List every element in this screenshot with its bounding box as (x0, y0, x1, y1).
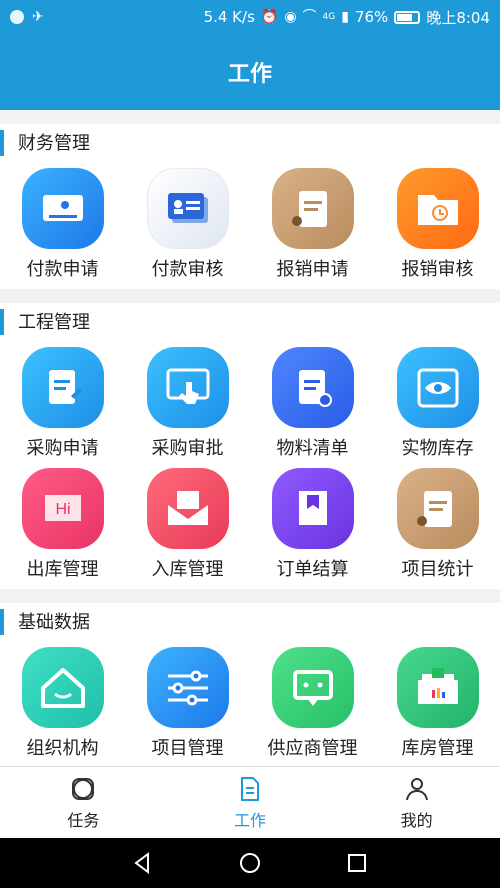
app-project-stats[interactable]: 项目统计 (375, 460, 500, 581)
app-material-list[interactable]: 物料清单 (250, 339, 375, 460)
project-manage-icon (146, 647, 229, 728)
profile-icon (405, 777, 428, 800)
app-label: 供应商管理 (267, 738, 358, 759)
app-label: 库房管理 (401, 738, 474, 759)
app-supplier[interactable]: 供应商管理 (250, 639, 375, 760)
app-order-settlement[interactable]: 订单结算 (250, 460, 375, 581)
battery-percent: 76% (354, 8, 389, 26)
section-title: 财务管理 (0, 124, 500, 160)
notification-icon (10, 10, 24, 24)
app-project-manage[interactable]: 项目管理 (125, 639, 250, 760)
supplier-icon (271, 647, 354, 728)
project-stats-icon (396, 468, 479, 549)
tab-label: 任务 (67, 810, 100, 830)
inventory-icon (396, 347, 479, 428)
eye-icon: ◉ (284, 9, 297, 25)
battery-icon (394, 10, 421, 24)
app-purchase-request[interactable]: 采购申请 (0, 339, 125, 460)
app-label: 订单结算 (276, 559, 349, 580)
section-finance: 财务管理 付款申请 付款审核 报销申请 报销审核 (0, 124, 500, 289)
tab-task[interactable]: 任务 (0, 767, 167, 838)
app-label: 物料清单 (276, 438, 349, 459)
material-list-icon (271, 347, 354, 428)
status-bar: ✈ 5.4 K/s ⏰ ◉ ⌒ 4G ▮ 76% 晚上8:04 (0, 0, 500, 34)
app-organization[interactable]: 组织机构 (0, 639, 125, 760)
tab-label: 工作 (234, 810, 267, 830)
reimbursement-review-icon (396, 168, 479, 249)
section-base-data: 基础数据 组织机构 项目管理 供应商管理 库房管理 (0, 603, 500, 766)
network-type: 4G (322, 12, 336, 22)
task-icon (72, 777, 95, 800)
app-label: 实物库存 (401, 438, 474, 459)
app-warehouse[interactable]: 库房管理 (375, 639, 500, 760)
app-label: 付款审核 (151, 259, 224, 280)
app-reimbursement-request[interactable]: 报销申请 (250, 160, 375, 281)
section-title: 基础数据 (0, 603, 500, 639)
section-title: 工程管理 (0, 303, 500, 339)
work-content[interactable]: 财务管理 付款申请 付款审核 报销申请 报销审核 工程管理 采购申请 采购审批 … (0, 110, 500, 766)
clock: 晚上8:04 (426, 8, 490, 27)
chat-icon: ✈ (32, 9, 44, 25)
app-purchase-approval[interactable]: 采购审批 (125, 339, 250, 460)
payment-request-icon (21, 168, 104, 249)
work-doc-icon (241, 776, 259, 801)
app-label: 报销审核 (401, 259, 474, 280)
app-label: 项目统计 (401, 559, 474, 580)
organization-icon (21, 647, 104, 728)
page-title-text: 工作 (227, 62, 272, 87)
svg-text:Hi: Hi (55, 501, 70, 518)
payment-review-icon (146, 168, 229, 249)
reimbursement-request-icon (271, 168, 354, 249)
page-title: 工作 (0, 34, 500, 110)
signal-icon: ▮ (341, 9, 349, 25)
app-label: 出库管理 (26, 559, 99, 580)
alarm-icon: ⏰ (260, 9, 279, 25)
tab-label: 我的 (400, 810, 433, 830)
app-label: 组织机构 (26, 738, 99, 759)
recents-icon[interactable] (344, 850, 370, 876)
app-payment-review[interactable]: 付款审核 (125, 160, 250, 281)
app-inventory[interactable]: 实物库存 (375, 339, 500, 460)
tab-work[interactable]: 工作 (167, 767, 334, 838)
app-label: 采购审批 (151, 438, 224, 459)
bottom-tab-bar: 任务 工作 我的 (0, 766, 500, 838)
purchase-approval-icon (146, 347, 229, 428)
app-reimbursement-review[interactable]: 报销审核 (375, 160, 500, 281)
network-speed: 5.4 K/s (203, 8, 255, 26)
order-settlement-icon (271, 468, 354, 549)
outbound-icon: Hi (21, 468, 104, 549)
inbound-icon (146, 468, 229, 549)
app-label: 付款申请 (26, 259, 99, 280)
app-label: 入库管理 (151, 559, 224, 580)
warehouse-icon (396, 647, 479, 728)
back-icon[interactable] (130, 850, 156, 876)
app-payment-request[interactable]: 付款申请 (0, 160, 125, 281)
app-inbound[interactable]: 入库管理 (125, 460, 250, 581)
app-label: 项目管理 (151, 738, 224, 759)
app-outbound[interactable]: Hi 出库管理 (0, 460, 125, 581)
home-icon[interactable] (237, 850, 263, 876)
tab-profile[interactable]: 我的 (333, 767, 500, 838)
app-label: 采购申请 (26, 438, 99, 459)
wifi-icon: ⌒ (302, 9, 317, 25)
purchase-request-icon (21, 347, 104, 428)
system-nav-bar (0, 838, 500, 888)
section-engineering: 工程管理 采购申请 采购审批 物料清单 实物库存 Hi 出库管理 入库管理 订单… (0, 303, 500, 589)
app-label: 报销申请 (276, 259, 349, 280)
